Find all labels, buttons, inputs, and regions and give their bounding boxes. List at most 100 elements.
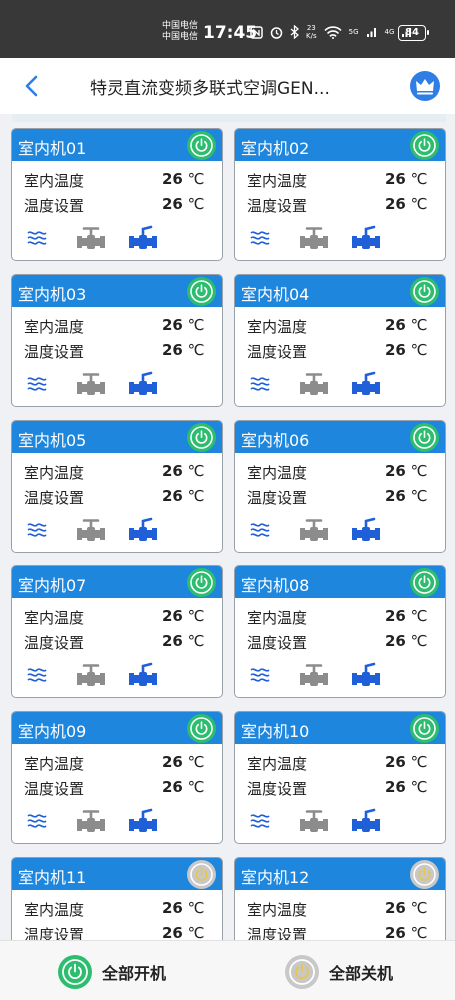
bluetooth-icon	[290, 25, 299, 39]
power-icon	[187, 717, 216, 747]
unit-power-button[interactable]	[187, 276, 216, 306]
indoor-temp-label: 室内温度	[247, 172, 308, 190]
page-title: 特灵直流变频多联式空调GEN...	[90, 79, 330, 99]
all-on-label: 全部开机	[102, 964, 167, 983]
card-header: 室内机03	[12, 274, 222, 307]
signal-icon-1	[366, 28, 376, 37]
fan-mode-icon	[249, 519, 271, 545]
carrier-labels: 中国电信 中国电信	[162, 21, 198, 43]
indoor-temp-value: 26 ℃	[385, 170, 428, 188]
unit-status-icons	[249, 808, 439, 836]
back-button[interactable]	[18, 72, 46, 100]
unit-name: 室内机03	[18, 284, 87, 304]
vip-button[interactable]	[410, 71, 440, 101]
unit-power-button[interactable]	[187, 714, 216, 744]
unit-power-button[interactable]	[187, 422, 216, 452]
power-icon	[410, 279, 439, 310]
indoor-temp-value: 26 ℃	[385, 315, 428, 334]
network-speed: 23 K/s	[306, 24, 317, 40]
indoor-unit-card[interactable]: 室内机05 室内温度 26 ℃ 温度设置 26 ℃	[11, 419, 223, 553]
valve-gray-icon	[76, 662, 106, 692]
bottom-bar: 全部开机 全部关机	[0, 940, 455, 1000]
set-temp-value: 26 ℃	[162, 486, 205, 505]
unit-power-button[interactable]	[410, 714, 439, 744]
card-header: 室内机01	[12, 129, 222, 161]
all-off-label: 全部关机	[329, 964, 394, 983]
indoor-temp-value: 26 ℃	[162, 607, 205, 626]
valve-blue-icon	[128, 662, 158, 692]
valve-gray-icon	[299, 662, 329, 692]
indoor-unit-card[interactable]: 室内机09 室内温度 26 ℃ 温度设置 26 ℃	[11, 711, 223, 845]
unit-power-button[interactable]	[410, 568, 439, 598]
fan-mode-icon	[249, 664, 271, 690]
power-icon	[410, 717, 439, 747]
card-header: 室内机12	[235, 858, 445, 890]
valve-blue-icon	[128, 808, 158, 838]
unit-power-button[interactable]	[187, 131, 216, 160]
set-temp-label: 温度设置	[247, 342, 308, 361]
valve-blue-icon	[351, 517, 381, 547]
indoor-unit-grid: 室内机01 室内温度 26 ℃ 温度设置 26 ℃ 室内机02 室内温度 26 ℃ 温度设置 26…	[0, 122, 455, 940]
fan-mode-icon	[249, 373, 271, 399]
indoor-temp-label: 室内温度	[247, 463, 308, 482]
set-temp-label: 温度设置	[247, 926, 308, 940]
unit-power-button[interactable]	[410, 860, 439, 889]
card-header: 室内机04	[235, 274, 445, 307]
power-icon	[187, 425, 216, 456]
card-header: 室内机09	[12, 712, 222, 745]
valve-blue-icon	[351, 808, 381, 838]
card-header: 室内机10	[235, 712, 445, 745]
fan-mode-icon	[26, 373, 48, 399]
set-temp-value: 26 ℃	[385, 778, 428, 797]
indoor-unit-card[interactable]: 室内机10 室内温度 26 ℃ 温度设置 26 ℃	[234, 711, 446, 845]
unit-power-button[interactable]	[410, 276, 439, 306]
carrier-2: 中国电信	[162, 32, 199, 42]
indoor-unit-card[interactable]: 室内机12 室内温度 26 ℃ 温度设置 26 ℃	[234, 857, 446, 940]
indoor-temp-label: 室内温度	[24, 755, 85, 774]
valve-gray-icon	[76, 225, 106, 255]
card-header: 室内机05	[12, 420, 222, 453]
card-header: 室内机06	[235, 420, 445, 453]
status-bar: 中国电信 中国电信 17:45 23 K/s 5G 4G 84	[0, 0, 455, 58]
power-icon	[410, 571, 439, 601]
chevron-left-icon	[25, 75, 38, 97]
power-icon	[187, 571, 216, 601]
indoor-unit-card[interactable]: 室内机02 室内温度 26 ℃ 温度设置 26 ℃	[234, 128, 446, 261]
set-temp-label: 温度设置	[24, 926, 85, 940]
unit-power-button[interactable]	[410, 131, 439, 160]
unit-name: 室内机08	[241, 576, 310, 596]
indoor-unit-card[interactable]: 室内机06 室内温度 26 ℃ 温度设置 26 ℃	[234, 419, 446, 553]
unit-name: 室内机06	[241, 430, 310, 450]
all-on-button[interactable]: 全部开机	[58, 955, 166, 989]
unit-status-icons	[26, 808, 216, 836]
indoor-temp-value: 26 ℃	[162, 753, 205, 772]
unit-status-icons	[249, 371, 439, 399]
unit-status-icons	[26, 225, 216, 253]
status-icons: 23 K/s 5G 4G	[250, 24, 413, 40]
unit-name: 室内机02	[241, 139, 310, 158]
indoor-unit-card[interactable]: 室内机01 室内温度 26 ℃ 温度设置 26 ℃	[11, 128, 223, 261]
indoor-unit-card[interactable]: 室内机04 室内温度 26 ℃ 温度设置 26 ℃	[234, 273, 446, 407]
unit-power-button[interactable]	[187, 860, 216, 889]
indoor-unit-card[interactable]: 室内机11 室内温度 26 ℃ 温度设置 26 ℃	[11, 857, 223, 940]
power-icon	[187, 279, 216, 310]
indoor-unit-card[interactable]: 室内机08 室内温度 26 ℃ 温度设置 26 ℃	[234, 565, 446, 699]
banner-strip	[12, 114, 446, 122]
indoor-temp-label: 室内温度	[247, 755, 308, 774]
power-icon	[187, 863, 216, 893]
all-off-button[interactable]: 全部关机	[285, 955, 393, 989]
fan-mode-icon	[249, 227, 271, 253]
set-temp-label: 温度设置	[247, 780, 308, 799]
unit-power-button[interactable]	[410, 422, 439, 452]
battery-indicator: 84	[398, 25, 429, 41]
indoor-unit-card[interactable]: 室内机03 室内温度 26 ℃ 温度设置 26 ℃	[11, 273, 223, 407]
indoor-temp-label: 室内温度	[24, 317, 85, 336]
unit-name: 室内机04	[241, 284, 310, 304]
unit-power-button[interactable]	[187, 568, 216, 598]
indoor-temp-value: 26 ℃	[162, 170, 205, 188]
indoor-unit-card[interactable]: 室内机07 室内温度 26 ℃ 温度设置 26 ℃	[11, 565, 223, 699]
card-header: 室内机08	[235, 566, 445, 599]
valve-blue-icon	[128, 371, 158, 401]
set-temp-value: 26 ℃	[385, 632, 428, 651]
card-header: 室内机11	[12, 858, 222, 890]
